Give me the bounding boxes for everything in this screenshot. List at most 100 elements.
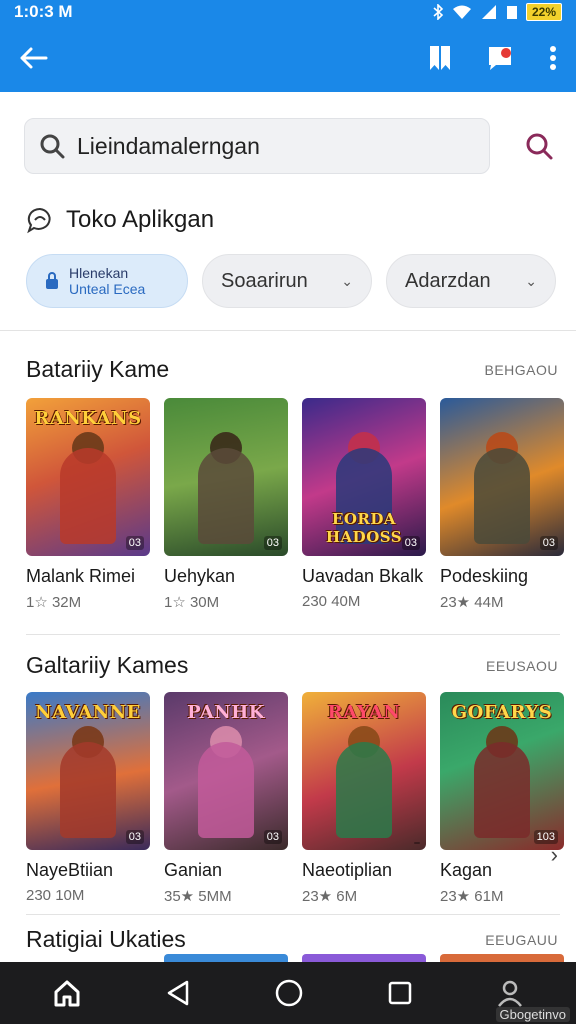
section-title: Galtariiy Kames xyxy=(26,652,189,678)
app-name: Uavadan Bkalk xyxy=(302,566,424,586)
filter-chips: Hlenekan Unteal Ecea Soaarirun ⌄ Adarzda… xyxy=(26,254,556,308)
app-logo-text: RANKANS xyxy=(34,408,142,429)
search-action-button[interactable] xyxy=(524,131,554,161)
app-name: Naeotiplian xyxy=(302,860,393,880)
home-icon xyxy=(54,980,80,1007)
divider xyxy=(26,914,560,915)
app-row: NAVANNE 03 NayeBtiian 230 10M PANHK 03 G… xyxy=(26,692,564,905)
app-badge: 03 xyxy=(263,536,282,550)
more-options-button[interactable] xyxy=(548,44,558,72)
chip-dropdown-2[interactable]: Adarzdan ⌄ xyxy=(386,254,556,308)
status-bar: 1:0:3 M 22% xyxy=(0,0,576,24)
home-circle-icon xyxy=(275,979,303,1007)
store-title: Toko Aplikgan xyxy=(66,206,215,233)
search-icon xyxy=(526,133,553,160)
search-box[interactable] xyxy=(24,118,490,174)
chat-bubble-icon xyxy=(26,206,54,234)
app-card[interactable]: PANHK 03 Ganian 35★ 5MM xyxy=(164,692,288,905)
bluetooth-icon xyxy=(432,4,444,20)
section-header: Batariiy Kame BEHGAOU xyxy=(26,356,558,383)
section-more-link[interactable]: EEUGAUU xyxy=(485,932,558,948)
status-icons: 22% xyxy=(432,3,562,21)
app-logo-text: GOFARYS xyxy=(451,702,553,723)
section-header: Galtariiy Kames EEUSAOU xyxy=(26,652,558,679)
app-logo-text: PANHK xyxy=(187,702,265,723)
app-thumbnail: EORDA HADOSS 03 xyxy=(302,398,426,556)
notification-button[interactable] xyxy=(486,44,514,72)
nav-recent-button[interactable] xyxy=(387,980,413,1006)
app-badge: 03 xyxy=(125,536,144,550)
chevron-down-icon: ⌄ xyxy=(525,272,537,289)
section-more-link[interactable]: EEUSAOU xyxy=(486,658,558,674)
app-card[interactable]: GOFARYS 103 Kagan 23★ 61M xyxy=(440,692,564,905)
signal-icon xyxy=(480,4,498,20)
chip-dropdown-1-label: Soaarirun xyxy=(221,269,308,292)
section-header: Ratigiai Ukaties EEUGAUU xyxy=(26,926,558,953)
app-thumbnail-peek xyxy=(440,954,564,962)
app-meta: 1☆ 32M xyxy=(26,594,82,611)
wifi-icon xyxy=(452,4,472,20)
app-logo-text: RAYAN xyxy=(327,702,401,723)
app-name: Kagan xyxy=(440,860,493,880)
home-button[interactable] xyxy=(52,978,82,1008)
app-name: NayeBtiian xyxy=(26,860,114,880)
back-button[interactable] xyxy=(18,46,48,70)
section-title: Batariiy Kame xyxy=(26,356,170,382)
watermark-text: Gbogetinvo xyxy=(495,1007,570,1022)
app-name: Uehykan xyxy=(164,566,236,586)
arrow-left-icon xyxy=(20,47,48,69)
app-name: Podeskiing xyxy=(440,566,529,586)
lock-icon xyxy=(45,272,59,290)
app-badge: 03 xyxy=(539,536,558,550)
section-title: Ratigiai Ukaties xyxy=(26,926,186,952)
system-nav-bar: Gbogetinvo xyxy=(0,962,576,1024)
chip-dropdown-1[interactable]: Soaarirun ⌄ xyxy=(202,254,372,308)
chip-active-line1: Hlenekan xyxy=(69,265,129,281)
app-meta: 23★ 6M xyxy=(302,888,358,905)
nav-back-button[interactable] xyxy=(165,979,191,1007)
recent-apps-icon xyxy=(388,981,412,1005)
chip-active[interactable]: Hlenekan Unteal Ecea xyxy=(26,254,188,308)
app-name: Ganian xyxy=(164,860,223,880)
nav-home-circle-button[interactable] xyxy=(274,978,304,1008)
app-badge: 03 xyxy=(125,830,144,844)
app-badge: 03 xyxy=(263,830,282,844)
app-thumbnail: 03 xyxy=(164,398,288,556)
app-meta: 35★ 5MM xyxy=(164,888,232,905)
app-row: RANKANS 03 Malank Rimei 1☆ 32M 03 Uehyka… xyxy=(26,398,564,611)
nav-profile-button[interactable] xyxy=(496,978,524,1008)
chip-active-line2: Unteal Ecea xyxy=(69,281,146,297)
app-meta: 23★ 44M xyxy=(440,594,504,611)
search-row xyxy=(24,118,554,174)
search-input[interactable] xyxy=(77,132,457,160)
app-badge: 03 xyxy=(401,536,420,550)
search-icon xyxy=(39,133,65,159)
app-thumbnail: RANKANS 03 xyxy=(26,398,150,556)
profile-icon xyxy=(498,980,523,1007)
app-card[interactable]: 03 Uehykan 1☆ 30M xyxy=(164,398,288,611)
app-meta: 1☆ 30M xyxy=(164,594,220,611)
app-card[interactable]: RANKANS 03 Malank Rimei 1☆ 32M xyxy=(26,398,150,611)
chevron-down-icon: ⌄ xyxy=(341,272,353,289)
app-card[interactable]: 03 Podeskiing 23★ 44M xyxy=(440,398,564,611)
app-bar-actions xyxy=(428,44,558,72)
back-triangle-icon xyxy=(167,980,189,1006)
divider xyxy=(0,330,576,331)
bookmark-button[interactable] xyxy=(428,44,452,72)
chip-dropdown-2-label: Adarzdan xyxy=(405,269,491,292)
bookmark-icon xyxy=(430,46,450,70)
app-thumbnail-peek xyxy=(302,954,426,962)
app-card[interactable]: RAYAN Naeotiplian 23★ 6M xyxy=(302,692,426,905)
app-thumbnail: NAVANNE 03 xyxy=(26,692,150,850)
chevron-right-icon[interactable]: › xyxy=(551,842,558,868)
app-name: Malank Rimei xyxy=(26,566,136,586)
app-card[interactable]: EORDA HADOSS 03 Uavadan Bkalk 230 40M xyxy=(302,398,426,611)
app-badge xyxy=(414,842,420,844)
app-thumbnail: 03 xyxy=(440,398,564,556)
app-thumbnail-peek xyxy=(164,954,288,962)
app-logo-text: NAVANNE xyxy=(35,702,141,723)
app-card[interactable]: NAVANNE 03 NayeBtiian 230 10M xyxy=(26,692,150,905)
section-more-link[interactable]: BEHGAOU xyxy=(484,362,558,378)
app-thumbnail: PANHK 03 xyxy=(164,692,288,850)
notification-icon xyxy=(489,47,511,70)
